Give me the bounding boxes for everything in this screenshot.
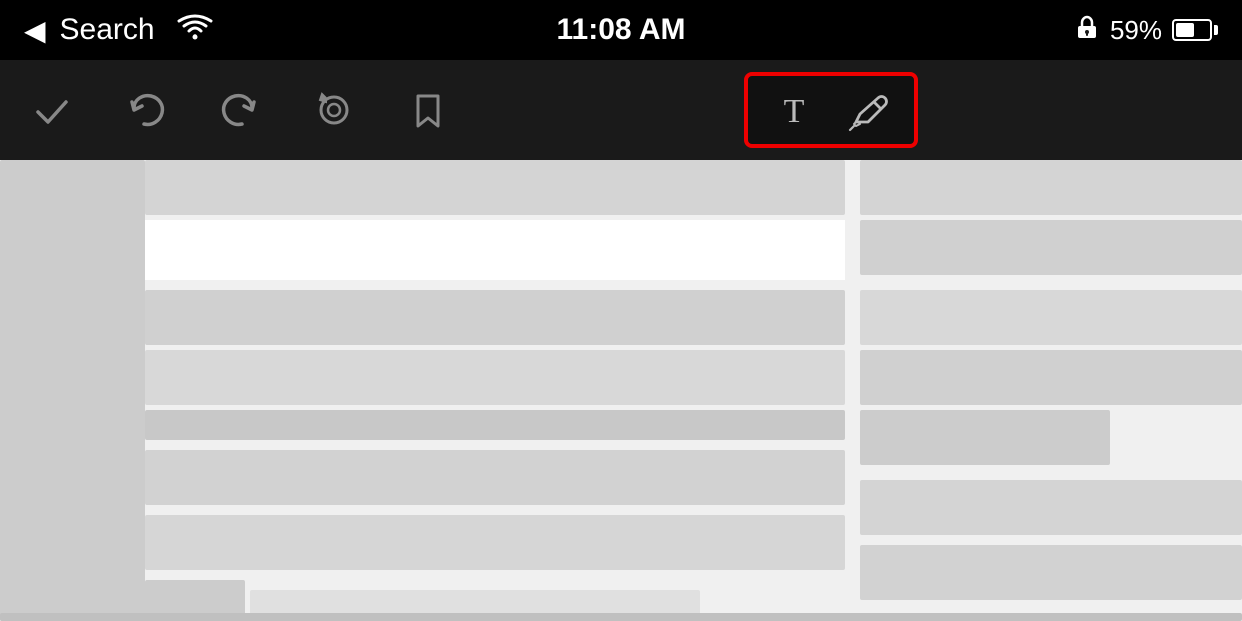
toolbar-left	[30, 88, 450, 132]
status-left: ◀ Search	[24, 13, 213, 47]
battery-icon	[1172, 19, 1218, 41]
battery-percent: 59%	[1110, 15, 1162, 46]
bookmark-button[interactable]	[406, 88, 450, 132]
time-display: 11:08 AM	[557, 13, 686, 47]
lock-icon	[1074, 14, 1100, 46]
toolbar: T	[0, 60, 1242, 160]
status-right: 59%	[1074, 14, 1218, 46]
undo-button[interactable]	[124, 88, 168, 132]
history-button[interactable]	[312, 88, 356, 132]
search-label[interactable]: Search	[60, 13, 155, 47]
status-bar: ◀ Search 11:08 AM 59%	[0, 0, 1242, 60]
svg-text:T: T	[784, 93, 805, 130]
text-button[interactable]: T	[772, 88, 816, 132]
pen-button[interactable]	[846, 88, 890, 132]
done-button[interactable]	[30, 88, 74, 132]
wifi-icon	[177, 14, 213, 47]
back-button[interactable]: ◀	[24, 14, 46, 47]
redo-button[interactable]	[218, 88, 262, 132]
text-pen-group: T	[744, 72, 918, 148]
content-area	[0, 160, 1242, 621]
